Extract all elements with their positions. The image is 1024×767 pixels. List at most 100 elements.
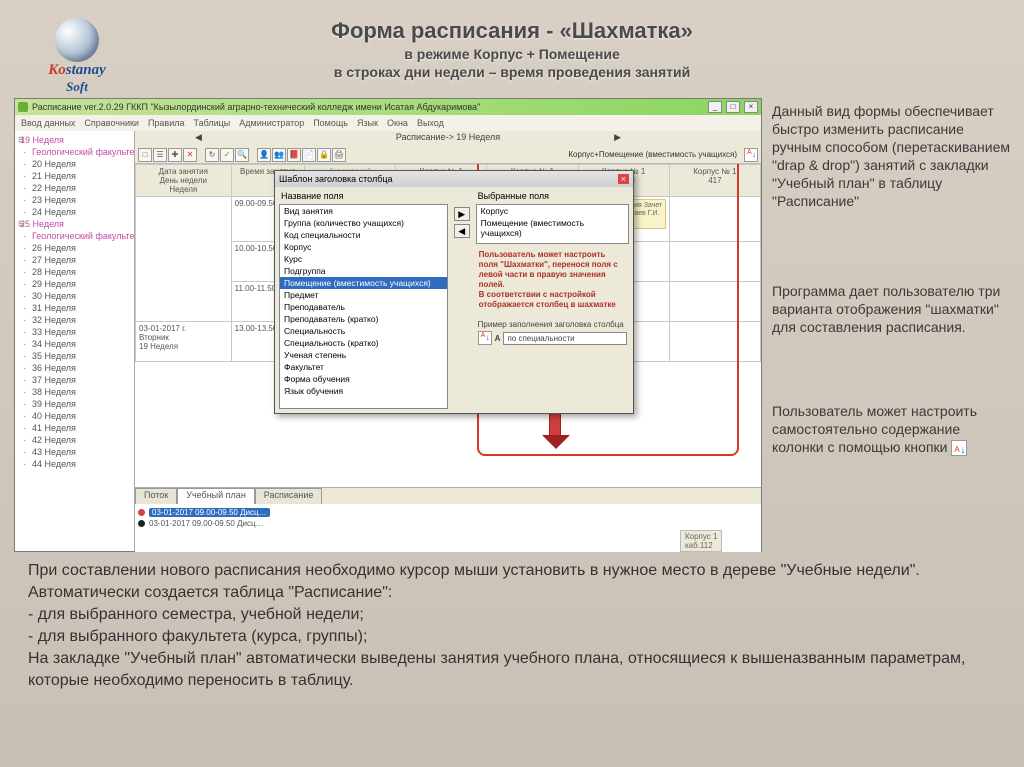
tree-item[interactable]: 21 Неделя — [18, 170, 131, 182]
field-item[interactable]: Специальность — [280, 325, 447, 337]
tree-item[interactable]: 30 Неделя — [18, 290, 131, 302]
chosen-label: Выбранные поля — [476, 191, 629, 201]
menu-Таблицы[interactable]: Таблицы — [190, 117, 235, 129]
maximize-button[interactable]: □ — [726, 101, 740, 113]
tree-item[interactable]: 22 Неделя — [18, 182, 131, 194]
tree-item[interactable]: 24 Неделя — [18, 206, 131, 218]
tab-Поток[interactable]: Поток — [135, 488, 177, 504]
example-combo[interactable]: по специальности — [503, 332, 627, 345]
field-item[interactable]: Корпус — [280, 241, 447, 253]
chosen-item[interactable]: Помещение (вместимость учащихся) — [477, 217, 628, 239]
tree-item[interactable]: 40 Неделя — [18, 410, 131, 422]
tb-print-icon[interactable]: 🖨 — [332, 148, 346, 162]
tree-item[interactable]: 37 Неделя — [18, 374, 131, 386]
field-item[interactable]: Группа (количество учащихся) — [280, 217, 447, 229]
titlebar: Расписание ver.2.0.29 ГККП "Кызылординск… — [15, 99, 761, 115]
tb-delete-icon[interactable]: ✕ — [183, 148, 197, 162]
tb-lock-icon[interactable]: 🔒 — [317, 148, 331, 162]
menu-Справочники[interactable]: Справочники — [80, 117, 143, 129]
tree-item[interactable]: 28 Неделя — [18, 266, 131, 278]
heading-h3: в строках дни недели – время проведения … — [0, 64, 1024, 80]
tree-item[interactable]: 42 Неделя — [18, 434, 131, 446]
fields-listbox[interactable]: Вид занятияГруппа (количество учащихся)К… — [279, 204, 448, 409]
tab-Расписание[interactable]: Расписание — [255, 488, 323, 504]
example-label: Пример заполнения заголовка столбца — [478, 320, 627, 329]
tree-item[interactable]: 41 Неделя — [18, 422, 131, 434]
tree-item[interactable]: 33 Неделя — [18, 326, 131, 338]
field-item[interactable]: Предмет — [280, 289, 447, 301]
plan-row[interactable]: 03-01-2017 09.00-09.50 Дисц… — [138, 518, 758, 529]
field-item[interactable]: Подгруппа — [280, 265, 447, 277]
column-settings-button[interactable] — [744, 148, 758, 162]
minimize-button[interactable]: _ — [708, 101, 722, 113]
tab-Учебный план[interactable]: Учебный план — [177, 488, 255, 504]
field-item[interactable]: Форма обучения — [280, 373, 447, 385]
tb-check-icon[interactable]: ✓ — [220, 148, 234, 162]
menu-Ввод данных[interactable]: Ввод данных — [17, 117, 79, 129]
dialog-note: Пользователь может настроить поля "Шахма… — [476, 247, 629, 313]
field-item[interactable]: Факультет — [280, 361, 447, 373]
tb-user2-icon[interactable]: 👥 — [272, 148, 286, 162]
field-item[interactable]: Язык обучения — [280, 385, 447, 397]
tree-item[interactable]: 25 Неделя — [18, 218, 131, 230]
example-sort-button[interactable] — [478, 331, 492, 345]
field-item[interactable]: Специальность (кратко) — [280, 337, 447, 349]
dialog-close-icon[interactable]: × — [618, 174, 629, 184]
tree-item[interactable]: 39 Неделя — [18, 398, 131, 410]
tree-item[interactable]: 27 Неделя — [18, 254, 131, 266]
tab-content: 03-01-2017 09.00-09.50 Дисц…03-01-2017 0… — [135, 504, 761, 552]
tree-item[interactable]: 43 Неделя — [18, 446, 131, 458]
desc-block-2: Программа дает пользователю три варианта… — [772, 282, 1012, 336]
tree-item[interactable]: 23 Неделя — [18, 194, 131, 206]
tb-doc-icon[interactable]: 📄 — [302, 148, 316, 162]
toolbar: □ ☰ ✚ ✕ ↻ ✓ 🔍 👤 👥 📕 📄 🔒 🖨 Корпус+Помещен… — [135, 146, 761, 164]
logo-line2: Soft — [22, 79, 132, 95]
tb-open-icon[interactable]: ☰ — [153, 148, 167, 162]
field-item[interactable]: Помещение (вместимость учащихся) — [280, 277, 447, 289]
tree-item[interactable]: 20 Неделя — [18, 158, 131, 170]
tree-item[interactable]: 36 Неделя — [18, 362, 131, 374]
tree-item[interactable]: 44 Неделя — [18, 458, 131, 470]
menu-Помощь[interactable]: Помощь — [309, 117, 352, 129]
tree-item[interactable]: Геологический факультет — [18, 230, 131, 242]
tree-item[interactable]: 19 Неделя — [18, 134, 131, 146]
menu-Правила[interactable]: Правила — [144, 117, 189, 129]
tree-pane[interactable]: 19 НеделяГеологический факультет20 Недел… — [15, 131, 135, 551]
tree-item[interactable]: 31 Неделя — [18, 302, 131, 314]
field-item[interactable]: Код специальности — [280, 229, 447, 241]
tb-refresh-icon[interactable]: ↻ — [205, 148, 219, 162]
prev-week-icon[interactable]: ◀ — [195, 132, 202, 143]
tree-item[interactable]: 34 Неделя — [18, 338, 131, 350]
chosen-item[interactable]: Корпус — [477, 205, 628, 217]
tb-book-icon[interactable]: 📕 — [287, 148, 301, 162]
field-item[interactable]: Преподаватель (кратко) — [280, 313, 447, 325]
field-item[interactable]: Курс — [280, 253, 447, 265]
tb-search-icon[interactable]: 🔍 — [235, 148, 249, 162]
menu-Окна[interactable]: Окна — [383, 117, 412, 129]
fields-label: Название поля — [279, 191, 448, 201]
remove-field-button[interactable]: ◀ — [454, 224, 470, 238]
menu-Выход[interactable]: Выход — [413, 117, 448, 129]
tree-item[interactable]: 26 Неделя — [18, 242, 131, 254]
combo-prefix: А — [495, 334, 501, 343]
menu-Язык[interactable]: Язык — [353, 117, 382, 129]
breadcrumb-text: Расписание-> 19 Неделя — [396, 132, 500, 142]
chosen-listbox[interactable]: КорпусПомещение (вместимость учащихся) — [476, 204, 629, 244]
tree-item[interactable]: Геологический факультет — [18, 146, 131, 158]
tree-item[interactable]: 29 Неделя — [18, 278, 131, 290]
menu-Администратор[interactable]: Администратор — [235, 117, 308, 129]
field-item[interactable]: Ученая степень — [280, 349, 447, 361]
tree-item[interactable]: 35 Неделя — [18, 350, 131, 362]
tree-item[interactable]: 32 Неделя — [18, 314, 131, 326]
tree-item[interactable]: 38 Неделя — [18, 386, 131, 398]
tb-new-icon[interactable]: □ — [138, 148, 152, 162]
slide-heading: Форма расписания - «Шахматка» в режиме К… — [0, 18, 1024, 80]
close-button[interactable]: × — [744, 101, 758, 113]
plan-row[interactable]: 03-01-2017 09.00-09.50 Дисц… — [138, 507, 758, 518]
tb-save-icon[interactable]: ✚ — [168, 148, 182, 162]
tb-user1-icon[interactable]: 👤 — [257, 148, 271, 162]
add-field-button[interactable]: ▶ — [454, 207, 470, 221]
next-week-icon[interactable]: ▶ — [614, 132, 621, 143]
field-item[interactable]: Вид занятия — [280, 205, 447, 217]
field-item[interactable]: Преподаватель — [280, 301, 447, 313]
